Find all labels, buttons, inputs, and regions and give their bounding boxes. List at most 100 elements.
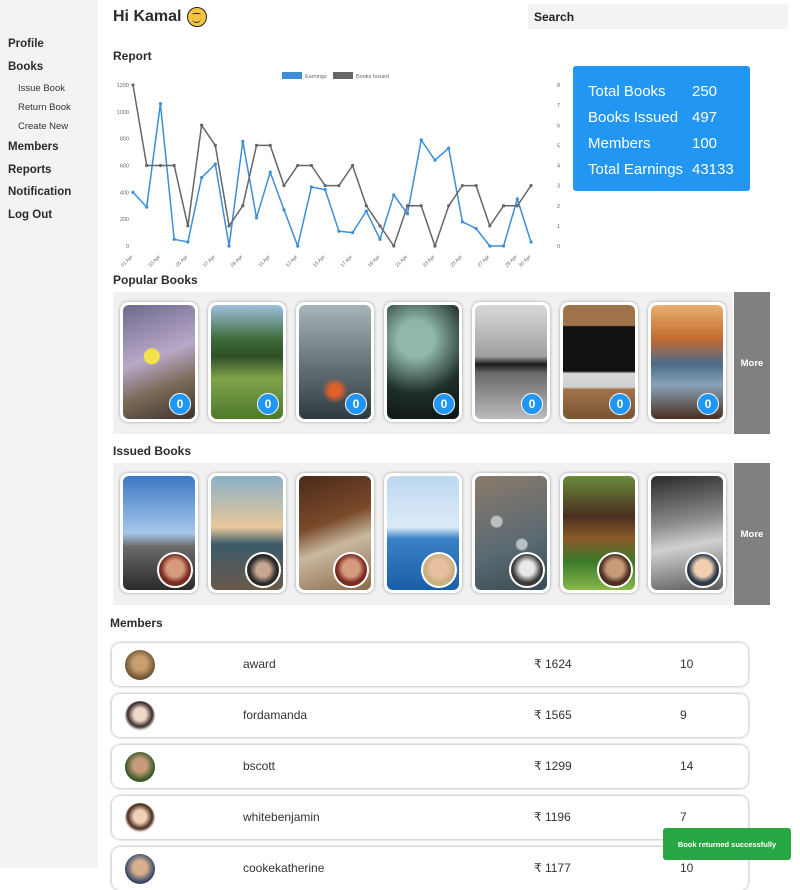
- member-row[interactable]: award ₹ 1624 10: [112, 643, 748, 686]
- data-point-books-issued: [447, 204, 451, 208]
- member-row[interactable]: fordamanda ₹ 1565 9: [112, 694, 748, 737]
- issued-book-card[interactable]: [560, 473, 638, 593]
- data-point-earnings: [447, 146, 451, 150]
- data-point-books-issued: [529, 184, 533, 188]
- data-point-earnings: [309, 185, 314, 189]
- member-avatar: [125, 854, 155, 884]
- book-card[interactable]: 0: [208, 302, 286, 422]
- member-row[interactable]: bscott ₹ 1299 14: [112, 745, 748, 788]
- data-point-books-issued: [433, 244, 437, 248]
- data-point-earnings: [515, 197, 519, 201]
- data-point-earnings: [460, 220, 464, 224]
- y-right-tick-label: 3: [557, 184, 560, 190]
- data-point-earnings: [392, 193, 396, 197]
- member-row[interactable]: whitebenjamin ₹ 1196 7: [112, 796, 748, 839]
- stat-label: Members: [588, 135, 651, 152]
- member-name: whitebenjamin: [243, 810, 320, 824]
- book-cover-ocean: [387, 476, 459, 590]
- sidebar-item-return-book[interactable]: Return Book: [18, 102, 71, 113]
- sidebar-item-create-new[interactable]: Create New: [18, 121, 68, 132]
- book-cover-forest: 0: [211, 305, 283, 419]
- y-left-tick-label: 600: [120, 164, 129, 170]
- sidebar: Profile Books Issue Book Return Book Cre…: [0, 0, 98, 868]
- data-point-earnings: [433, 158, 437, 162]
- sidebar-item-books[interactable]: Books: [8, 61, 43, 73]
- stat-value: 100: [692, 135, 718, 152]
- data-point-earnings: [323, 188, 327, 192]
- issued-books-more-button[interactable]: More: [734, 463, 770, 605]
- book-card[interactable]: 0: [296, 302, 374, 422]
- y-right-tick-label: 1: [557, 224, 560, 230]
- greeting-text: Hi Kamal: [113, 8, 182, 25]
- data-point-books-issued: [186, 224, 190, 228]
- issued-book-card[interactable]: [208, 473, 286, 593]
- y-left-tick-label: 1000: [117, 110, 129, 116]
- sidebar-item-reports[interactable]: Reports: [8, 164, 51, 176]
- book-card[interactable]: 0: [648, 302, 726, 422]
- data-point-books-issued: [241, 204, 245, 208]
- data-point-earnings: [200, 175, 204, 180]
- popular-books-more-button[interactable]: More: [734, 292, 770, 434]
- data-point-earnings: [419, 138, 423, 142]
- sidebar-item-issue-book[interactable]: Issue Book: [18, 83, 65, 94]
- data-point-books-issued: [254, 143, 259, 147]
- search-input[interactable]: [528, 4, 788, 29]
- member-avatar: [509, 552, 545, 588]
- report-chart: Earnings Books Issued02004006008001000120…: [117, 72, 560, 269]
- data-point-books-issued: [200, 123, 204, 127]
- stat-value: 250: [692, 83, 718, 100]
- data-point-books-issued: [501, 204, 506, 208]
- data-point-books-issued: [213, 143, 217, 147]
- data-point-earnings: [337, 229, 341, 233]
- data-point-earnings: [282, 208, 286, 212]
- member-row[interactable]: cookekatherine ₹ 1177 10: [112, 847, 748, 890]
- book-card[interactable]: 0: [120, 302, 198, 422]
- issued-book-card[interactable]: [648, 473, 726, 593]
- book-card[interactable]: 0: [472, 302, 550, 422]
- sidebar-item-log-out[interactable]: Log Out: [8, 209, 52, 221]
- popular-books-title: Popular Books: [113, 273, 198, 287]
- y-right-tick-label: 2: [557, 204, 560, 210]
- data-point-books-issued: [158, 163, 163, 168]
- data-point-earnings: [241, 139, 245, 143]
- members-title: Members: [110, 616, 163, 630]
- member-name: award: [243, 657, 276, 671]
- data-point-books-issued: [337, 184, 341, 188]
- data-point-books-issued: [364, 204, 368, 208]
- member-book-count: 14: [680, 759, 694, 773]
- data-point-earnings: [227, 244, 231, 248]
- x-tick-label: 13 Apr: [285, 254, 300, 269]
- data-point-earnings: [268, 170, 272, 174]
- data-point-books-issued: [350, 163, 355, 168]
- member-amount: ₹ 1299: [534, 759, 572, 773]
- greeting: Hi Kamal: [113, 7, 208, 27]
- sidebar-item-notification[interactable]: Notification: [8, 186, 71, 198]
- stat-label: Books Issued: [588, 109, 679, 126]
- issued-books-title: Issued Books: [113, 444, 192, 458]
- smiley-icon: [187, 7, 208, 27]
- data-point-books-issued: [309, 163, 314, 168]
- x-tick-label: 03 Apr: [147, 254, 162, 269]
- data-point-earnings: [350, 230, 355, 235]
- issued-book-card[interactable]: [472, 473, 550, 593]
- sidebar-item-profile[interactable]: Profile: [8, 38, 44, 50]
- issued-book-card[interactable]: [296, 473, 374, 593]
- y-right-tick-label: 4: [557, 164, 560, 170]
- sidebar-item-members[interactable]: Members: [8, 141, 59, 153]
- issued-book-card[interactable]: [384, 473, 462, 593]
- data-point-earnings: [131, 190, 135, 194]
- issued-book-card[interactable]: [120, 473, 198, 593]
- book-card[interactable]: 0: [560, 302, 638, 422]
- data-point-books-issued: [474, 184, 478, 188]
- stats-card: Total Books 250 Books Issued 497 Members 10…: [573, 66, 750, 191]
- x-tick-label: 21 Apr: [394, 254, 409, 269]
- y-left-tick-label: 200: [120, 217, 129, 223]
- x-tick-label: 25 Apr: [449, 254, 464, 269]
- data-point-books-issued: [131, 83, 135, 87]
- issue-count-badge: 0: [433, 393, 455, 415]
- book-card[interactable]: 0: [384, 302, 462, 422]
- member-name: fordamanda: [243, 708, 308, 722]
- book-cover-laptop: 0: [563, 305, 635, 419]
- y-right-tick-label: 7: [557, 103, 560, 109]
- book-cover-forks: 0: [387, 305, 459, 419]
